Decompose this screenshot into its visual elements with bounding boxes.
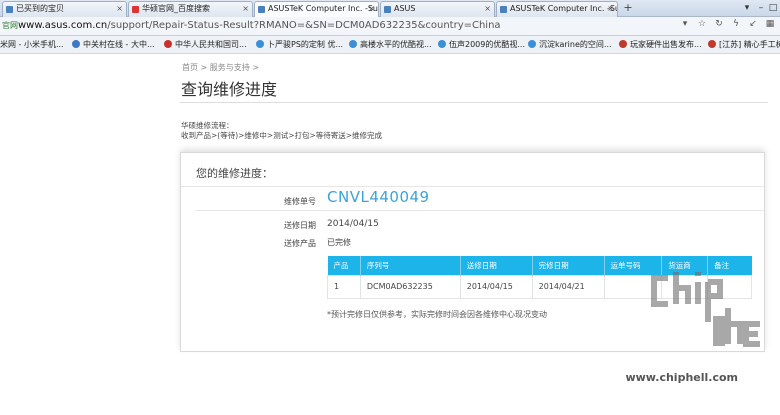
forum-icon xyxy=(619,40,627,48)
close-icon[interactable]: × xyxy=(607,2,614,16)
arrow-icon[interactable]: ↙ xyxy=(747,19,759,29)
video-icon xyxy=(438,40,446,48)
column-header: 送修日期 xyxy=(460,256,533,275)
tab-label: 华硕官网_百度搜索 xyxy=(142,4,210,13)
bookmark-label: 卜严骏PS的定制 优... xyxy=(267,40,344,49)
table-cell: DCM0AD632235 xyxy=(359,274,461,299)
repair-no-label: 维修单号 xyxy=(284,197,316,206)
close-icon[interactable]: × xyxy=(368,2,375,16)
browser-tab-5[interactable]: ASUSTeK Computer Inc. -Su × xyxy=(496,1,618,17)
table-cell: 2014/04/21 xyxy=(531,274,605,299)
page-title: 查询维修进度 xyxy=(181,80,278,99)
product-status: 已完修 xyxy=(327,238,351,247)
url-field[interactable]: www.asus.com.cn/support/Repair-Status-Re… xyxy=(18,19,501,33)
card-divider xyxy=(181,186,764,187)
baidu-favicon-icon xyxy=(132,6,139,13)
maximize-icon[interactable]: □ xyxy=(766,0,780,17)
bookmark-item[interactable]: 伍声2009的优酷视... xyxy=(438,38,525,51)
site-identity-label: 官网 xyxy=(2,21,18,30)
browser-tab-2[interactable]: 华硕官网_百度搜索 × xyxy=(128,1,253,17)
bookmark-item[interactable]: 玩家硬件出售发布... xyxy=(619,38,702,51)
repair-no-divider xyxy=(195,210,764,211)
browser-tab-strip: 已买到的宝贝 × 华硕官网_百度搜索 × ASUSTeK Computer In… xyxy=(0,0,780,17)
bookmark-label: 中关村在线 - 大中... xyxy=(83,40,155,49)
chiphell-logo-icon xyxy=(648,268,768,366)
breadcrumb[interactable]: 首页 > 服务与支持 > xyxy=(182,62,259,73)
history-icon[interactable]: ↻ xyxy=(713,19,725,29)
card-heading: 您的维修进度： xyxy=(196,167,273,180)
browser-tab-1[interactable]: 已买到的宝贝 × xyxy=(2,1,127,17)
bookmark-label: 中华人民共和国司... xyxy=(175,40,247,49)
video-icon xyxy=(256,40,264,48)
tab-label: ASUSTeK Computer Inc. -Su xyxy=(268,4,378,13)
column-header: 产品 xyxy=(327,256,361,275)
browser-tab-4[interactable]: ASUS × xyxy=(380,1,495,17)
new-tab-button[interactable]: + xyxy=(620,1,636,16)
lightning-icon[interactable]: ϟ xyxy=(730,19,742,29)
bookmark-item[interactable]: 米网 - 小米手机... xyxy=(0,38,64,51)
bookmark-item[interactable]: 沉淀karine的空间... xyxy=(528,38,612,51)
chiphell-watermark: www.chiphell.com xyxy=(614,268,774,398)
bookmark-label: 玩家硬件出售发布... xyxy=(630,40,702,49)
address-toolbar: ▾ ☆ ↻ ϟ ↙ ▦ xyxy=(679,19,776,29)
bookmarks-bar: 米网 - 小米手机... 中关村在线 - 大中... 中华人民共和国司... 卜… xyxy=(0,36,780,54)
star-icon[interactable]: ☆ xyxy=(696,19,708,29)
grid-icon[interactable]: ▦ xyxy=(764,19,776,29)
bookmark-icon xyxy=(72,40,80,48)
page-favicon-icon xyxy=(6,6,13,13)
bookmark-item[interactable]: [江苏] 精心手工树... xyxy=(708,38,780,51)
repair-no-value: CNVL440049 xyxy=(327,188,430,206)
video-icon xyxy=(349,40,357,48)
column-header: 序列号 xyxy=(360,256,461,275)
url-host: www.asus.com.cn xyxy=(18,20,108,31)
close-icon[interactable]: × xyxy=(116,2,123,16)
asus-favicon-icon xyxy=(258,6,265,13)
address-bar: 官网 www.asus.com.cn/support/Repair-Status… xyxy=(0,17,780,36)
bookmark-label: 沉淀karine的空间... xyxy=(539,40,612,49)
asus-favicon-icon xyxy=(384,6,391,13)
dropdown-icon[interactable]: ▾ xyxy=(679,19,691,29)
watermark-url: www.chiphell.com xyxy=(625,371,738,384)
column-header: 完修日期 xyxy=(532,256,605,275)
close-icon[interactable]: × xyxy=(484,2,491,16)
close-icon[interactable]: × xyxy=(242,2,249,16)
bookmark-label: 米网 - 小米手机... xyxy=(0,40,64,49)
chiphell-logo-icon xyxy=(651,272,760,347)
bookmark-item[interactable]: 中关村在线 - 大中... xyxy=(72,38,155,51)
product-label: 送修产品 xyxy=(284,239,316,248)
completion-footnote: *预计完修日仅供参考，实际完修时间会因各维修中心现况变动 xyxy=(327,310,547,319)
bookmark-item[interactable]: 高楼水平的优酷视... xyxy=(349,38,432,51)
bookmark-label: [江苏] 精心手工树... xyxy=(719,40,780,49)
title-divider xyxy=(180,102,768,103)
video-icon xyxy=(528,40,536,48)
tab-list-icon[interactable]: ▾ xyxy=(740,0,754,17)
bookmark-label: 高楼水平的优酷视... xyxy=(360,40,432,49)
tab-label: ASUS xyxy=(394,4,416,13)
bookmark-item[interactable]: 中华人民共和国司... xyxy=(164,38,247,51)
forum-icon xyxy=(708,40,716,48)
repair-flow-steps: 收到产品>(等待)>维修中>测试>打包>等待寄送>维修完成 xyxy=(181,131,383,140)
url-path: /support/Repair-Status-Result?RMANO=&SN=… xyxy=(107,20,501,31)
table-cell: 2014/04/15 xyxy=(459,274,533,299)
bookmark-item[interactable]: 卜严骏PS的定制 优... xyxy=(256,38,343,51)
send-date-label: 送修日期 xyxy=(284,221,316,230)
emblem-icon xyxy=(164,40,172,48)
bookmark-label: 伍声2009的优酷视... xyxy=(449,40,525,49)
tab-label: ASUSTeK Computer Inc. -Su xyxy=(510,4,618,13)
tab-label: 已买到的宝贝 xyxy=(16,4,64,13)
browser-tab-3[interactable]: ASUSTeK Computer Inc. -Su × xyxy=(254,1,379,17)
send-date-value: 2014/04/15 xyxy=(327,219,379,229)
asus-favicon-icon xyxy=(500,6,507,13)
table-cell: 1 xyxy=(327,274,361,299)
